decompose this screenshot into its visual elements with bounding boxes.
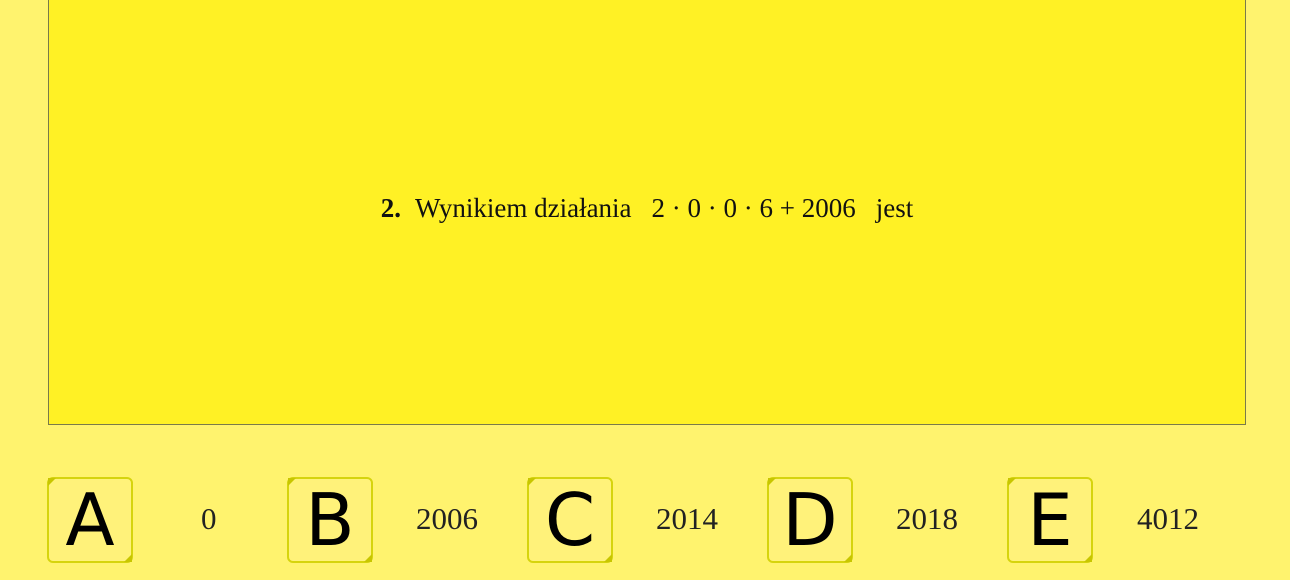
answer-b-value[interactable]: 2006 — [416, 501, 478, 537]
answer-c-value[interactable]: 2014 — [656, 501, 718, 537]
answer-b-button[interactable]: B — [287, 477, 373, 563]
question-expression: 2 · 0 · 0 · 6 + 2006 — [651, 193, 856, 223]
question-lead: Wynikiem działania — [415, 193, 632, 223]
answer-d-value[interactable]: 2018 — [896, 501, 958, 537]
answer-a-value[interactable]: 0 — [201, 501, 217, 537]
question-tail: jest — [875, 193, 914, 223]
answer-e-button[interactable]: E — [1007, 477, 1093, 563]
question-panel: 2. Wynikiem działania 2 · 0 · 0 · 6 + 2006… — [48, 0, 1246, 425]
answer-d-button[interactable]: D — [767, 477, 853, 563]
answer-a-button[interactable]: A — [47, 477, 133, 563]
answer-e-value[interactable]: 4012 — [1137, 501, 1199, 537]
question-number: 2. — [380, 193, 401, 223]
question-text: 2. Wynikiem działania 2 · 0 · 0 · 6 + 2006… — [49, 193, 1245, 224]
answer-c-button[interactable]: C — [527, 477, 613, 563]
answer-options: A 0 B 2006 C 2014 D 2018 E 4012 — [0, 477, 1290, 563]
